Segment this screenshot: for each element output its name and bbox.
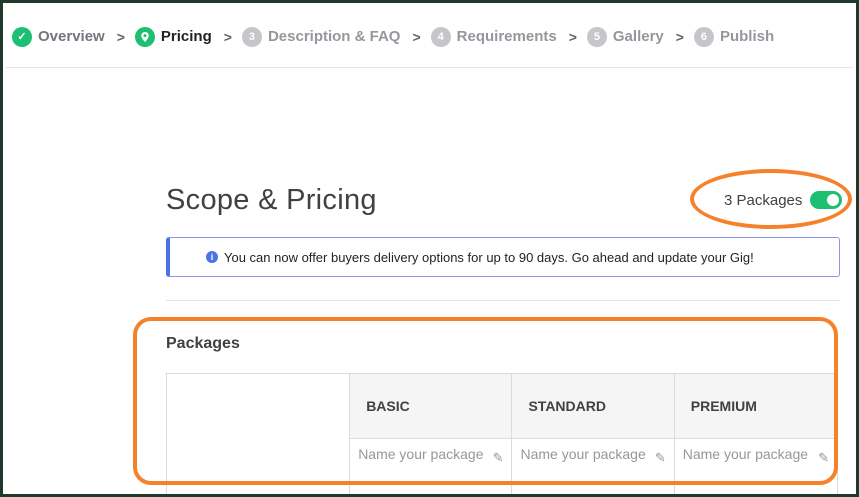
package-name-input[interactable]: Name your package ✎ — [675, 439, 837, 466]
step-gallery[interactable]: 5 Gallery — [586, 26, 664, 47]
pencil-icon: ✎ — [818, 450, 830, 465]
step-label: Requirements — [456, 28, 557, 45]
toggle-switch[interactable] — [810, 191, 843, 209]
step-description-faq[interactable]: 3 Description & FAQ — [241, 26, 401, 47]
chevron-right-icon: > — [223, 28, 232, 45]
packages-heading: Packages — [166, 335, 240, 352]
package-column-premium: PREMIUM Name your package ✎ — [674, 374, 838, 494]
package-column-basic: BASIC Name your package ✎ — [350, 374, 513, 494]
location-pin-icon — [134, 26, 155, 47]
package-name-input[interactable]: Name your package ✎ — [350, 439, 511, 466]
step-label: Publish — [719, 28, 775, 45]
step-number: 6 — [693, 26, 714, 47]
info-icon: i — [206, 251, 218, 263]
package-column-standard: STANDARD Name your package ✎ — [512, 374, 675, 494]
package-name-placeholder: Name your package — [520, 446, 646, 462]
package-name-placeholder: Name your package — [682, 446, 809, 462]
chevron-right-icon: > — [116, 28, 125, 45]
column-header: STANDARD — [512, 374, 674, 439]
step-number: 5 — [586, 26, 607, 47]
step-requirements[interactable]: 4 Requirements — [430, 26, 557, 47]
package-name-input[interactable]: Name your package ✎ — [512, 439, 673, 466]
packages-toggle-label: 3 Packages — [724, 191, 803, 209]
info-text: You can now offer buyers delivery option… — [224, 249, 754, 265]
pencil-icon: ✎ — [654, 450, 666, 465]
step-publish[interactable]: 6 Publish — [693, 26, 775, 47]
step-label: Pricing — [160, 28, 212, 45]
column-header: PREMIUM — [674, 374, 838, 439]
chevron-right-icon: > — [412, 28, 421, 45]
step-overview[interactable]: ✓ Overview — [12, 26, 105, 47]
check-icon: ✓ — [12, 26, 32, 47]
progress-stepper: ✓ Overview > Pricing > 3 Description & F… — [6, 6, 853, 68]
step-label: Description & FAQ — [267, 28, 401, 45]
step-number: 4 — [430, 26, 451, 47]
chevron-right-icon: > — [675, 28, 684, 45]
step-number: 3 — [241, 26, 262, 47]
page-title: Scope & Pricing — [166, 184, 377, 216]
step-label: Gallery — [612, 28, 664, 45]
package-name-placeholder: Name your package — [358, 446, 484, 462]
info-banner: i You can now offer buyers delivery opti… — [166, 237, 840, 277]
chevron-right-icon: > — [568, 28, 577, 45]
packages-toggle[interactable]: 3 Packages — [724, 191, 843, 209]
column-header: BASIC — [350, 374, 512, 439]
divider — [166, 300, 840, 301]
row-label-column — [167, 374, 351, 494]
step-label: Overview — [38, 28, 105, 45]
app-frame: ✓ Overview > Pricing > 3 Description & F… — [0, 0, 859, 497]
pencil-icon: ✎ — [492, 450, 504, 465]
packages-table: BASIC Name your package ✎ STANDARD Name … — [166, 373, 838, 494]
step-pricing[interactable]: Pricing — [134, 26, 212, 47]
